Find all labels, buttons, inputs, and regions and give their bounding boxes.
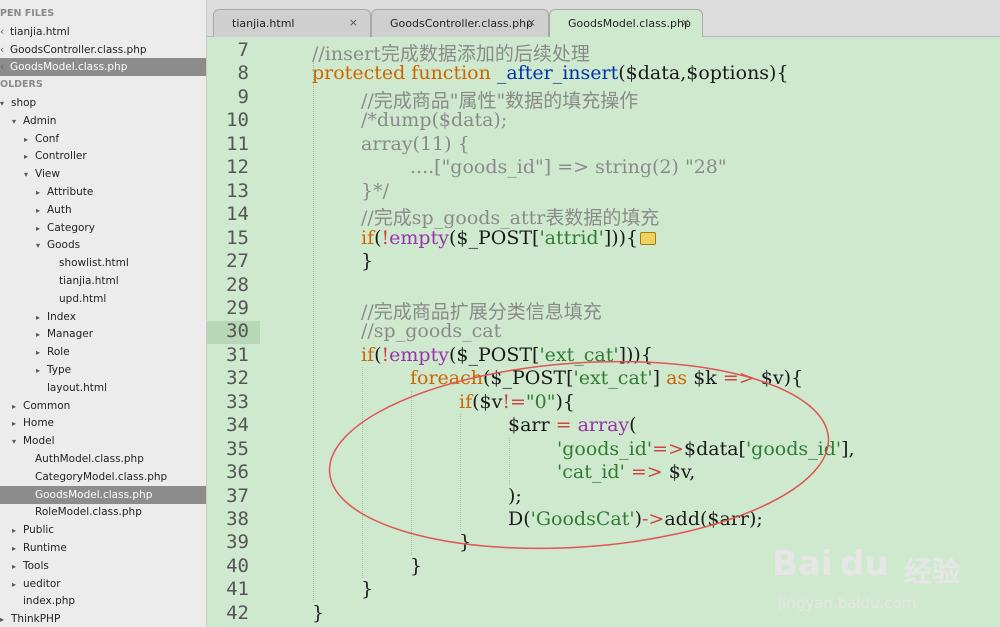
watermark-cn: 经验 — [904, 555, 961, 588]
red-circle-annotation — [328, 360, 830, 550]
watermark-brand-suffix: du — [840, 544, 889, 584]
watermark-url: jingyan.baidu.com — [778, 594, 917, 612]
watermark-brand: Bai — [772, 544, 833, 584]
baidu-jingyan-watermark: Bai du 经验 jingyan.baidu.com — [764, 536, 1000, 627]
